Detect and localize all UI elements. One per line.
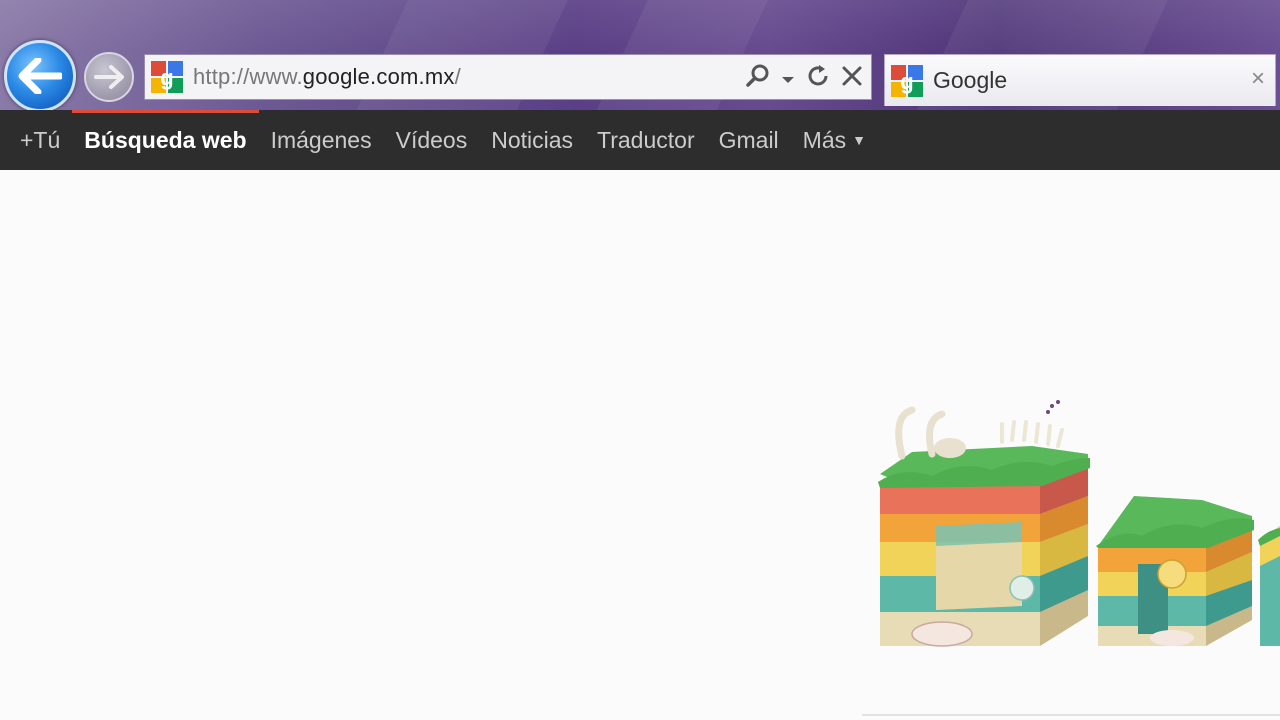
doodle-block-partial xyxy=(1258,526,1280,646)
tab-google[interactable]: g Google × xyxy=(884,54,1276,106)
address-bar[interactable]: g http://www.google.com.mx/ xyxy=(144,54,872,100)
forward-arrow-icon xyxy=(94,65,124,89)
gbar-item-tu[interactable]: +Tú xyxy=(20,110,60,170)
url-prefix: http://www. xyxy=(193,64,303,89)
doodle-block-g xyxy=(878,400,1090,647)
forward-button[interactable] xyxy=(84,52,134,102)
back-arrow-icon xyxy=(18,58,62,94)
gbar-item-translate[interactable]: Traductor xyxy=(597,110,695,170)
gbar-item-web-search[interactable]: Búsqueda web xyxy=(72,110,259,170)
doodle-block-o xyxy=(1096,496,1254,646)
back-button[interactable] xyxy=(4,40,76,110)
gbar-item-gmail[interactable]: Gmail xyxy=(719,110,779,170)
url-domain: google.com.mx xyxy=(302,64,455,89)
google-doodle-geology-icon[interactable] xyxy=(872,396,1280,656)
gbar-item-videos[interactable]: Vídeos xyxy=(396,110,468,170)
address-tools xyxy=(745,55,863,101)
chevron-down-icon: ▼ xyxy=(852,132,866,148)
url-suffix: / xyxy=(454,64,461,89)
svg-text:g: g xyxy=(900,69,913,94)
tab-title: Google xyxy=(933,67,1008,93)
url-text: http://www.google.com.mx/ xyxy=(193,64,461,90)
gbar-more-label: Más xyxy=(802,126,847,153)
search-icon[interactable] xyxy=(745,63,771,94)
dropdown-icon[interactable] xyxy=(781,66,795,90)
browser-chrome: g http://www.google.com.mx/ g Google × xyxy=(0,0,1280,110)
gbar-item-images[interactable]: Imágenes xyxy=(271,110,372,170)
stop-icon[interactable] xyxy=(841,65,863,92)
refresh-icon[interactable] xyxy=(805,63,831,94)
close-tab-icon[interactable]: × xyxy=(1251,65,1265,93)
gbar-item-news[interactable]: Noticias xyxy=(491,110,573,170)
google-bar: +Tú Búsqueda web Imágenes Vídeos Noticia… xyxy=(0,110,1280,170)
google-favicon-icon: g xyxy=(151,61,183,93)
search-box-edge xyxy=(862,714,1280,716)
google-favicon-icon: g xyxy=(891,64,923,97)
gbar-item-more[interactable]: Más ▼ xyxy=(803,110,866,170)
svg-text:g: g xyxy=(160,65,173,90)
